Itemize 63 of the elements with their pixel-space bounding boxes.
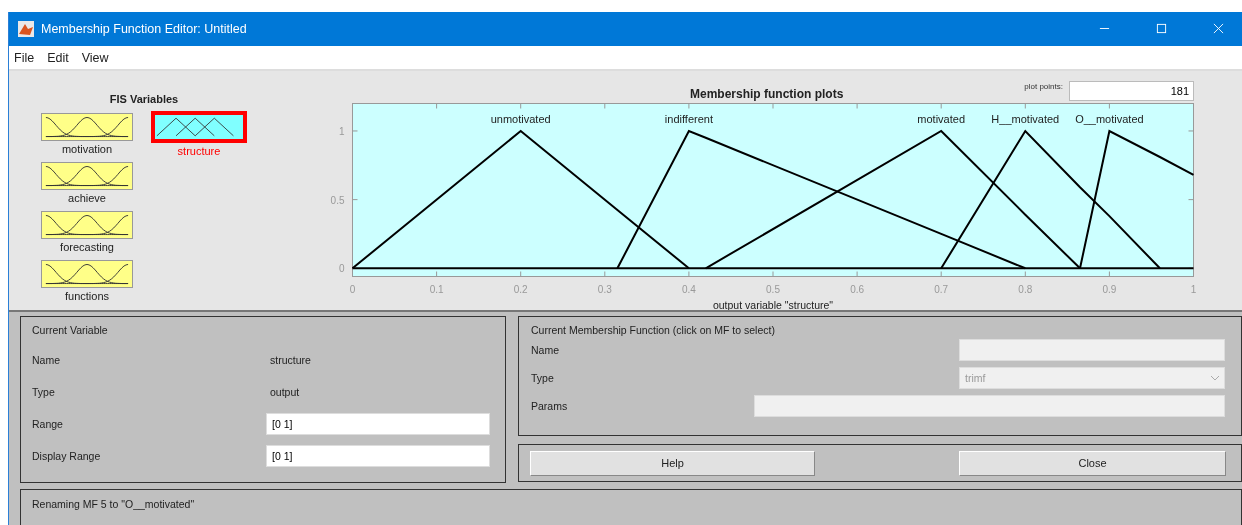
membership-label: H__motivated — [991, 112, 1060, 125]
field-label: Display Range — [32, 450, 102, 462]
field-label: Params — [531, 400, 569, 412]
dialog-button[interactable]: Close — [959, 450, 1226, 476]
membership-label: O__motivated — [1075, 112, 1144, 125]
variable-label: functions — [65, 289, 109, 305]
menu-item[interactable]: Edit — [47, 50, 69, 65]
axis-label: output variable "structure" — [712, 298, 834, 310]
variable-label: motivation — [61, 142, 113, 158]
window-title: Membership Function Editor: Untitled — [41, 21, 247, 36]
field-label: Type — [32, 386, 56, 398]
variable-icon[interactable] — [151, 111, 247, 144]
plot-points-label: plot points: — [1024, 81, 1063, 91]
y-tick-label: 1 — [338, 125, 345, 137]
x-tick-label: 0.4 — [681, 283, 696, 295]
x-tick-label: 0.5 — [766, 283, 780, 295]
menu-item[interactable]: File — [14, 50, 35, 65]
x-tick-label: 0.3 — [597, 283, 612, 295]
x-tick-label: 0.9 — [1102, 283, 1117, 295]
variable-icon[interactable] — [41, 260, 133, 289]
x-tick-label: 0.2 — [513, 283, 528, 295]
x-tick-label: 0.7 — [934, 283, 949, 295]
variable-label: structure — [177, 144, 221, 160]
x-tick-label: 1 — [1190, 283, 1197, 295]
x-tick-label: 0.6 — [850, 283, 865, 295]
app-icon — [18, 20, 34, 37]
membership-line[interactable] — [616, 129, 1027, 270]
field-label: Range — [32, 418, 64, 430]
membership-line[interactable] — [704, 129, 1081, 270]
variable-label: forecasting — [60, 240, 114, 256]
caret-icon — [1210, 375, 1220, 381]
variable-label: achieve — [68, 191, 106, 207]
maximize-icon[interactable] — [1156, 23, 1167, 35]
chart-title: Membership function plots — [690, 86, 844, 101]
status-message: Renaming MF 5 to "O__motivated" — [32, 498, 195, 510]
membership-line[interactable] — [1079, 129, 1195, 270]
membership-label: indifferent — [664, 112, 713, 125]
membership-label: unmotivated — [490, 112, 551, 125]
x-tick-label: 0.8 — [1018, 283, 1033, 295]
membership-label: motivated — [917, 112, 966, 125]
field-label: Name — [531, 344, 560, 356]
menu-item[interactable]: View — [81, 50, 109, 65]
x-tick-label: 0 — [349, 283, 356, 295]
panel-heading: Current Variable — [32, 324, 109, 336]
field-label: Type — [531, 372, 555, 384]
variable-icon[interactable] — [41, 113, 133, 142]
x-tick-label: 0.1 — [429, 283, 444, 295]
plot-points-field[interactable]: 181 — [1069, 80, 1194, 101]
variable-name: structure — [269, 354, 311, 366]
dialog-button[interactable]: Help — [530, 450, 815, 476]
membership-line[interactable] — [351, 129, 690, 270]
variable-icon[interactable] — [41, 162, 133, 191]
variable-icon[interactable] — [41, 211, 133, 240]
field-label: Name — [32, 354, 61, 366]
panel-heading: FIS Variables — [108, 93, 180, 106]
range-field[interactable]: [0 1] — [266, 413, 490, 435]
y-tick-label: 0.5 — [330, 194, 345, 206]
display-range-field[interactable]: [0 1] — [266, 445, 490, 467]
variable-type: output — [269, 386, 300, 398]
close-icon[interactable] — [1213, 23, 1224, 35]
y-tick-label: 0 — [338, 263, 345, 275]
panel-heading: Current Membership Function (click on MF to select) — [531, 324, 776, 336]
membership-line[interactable] — [940, 129, 1161, 270]
